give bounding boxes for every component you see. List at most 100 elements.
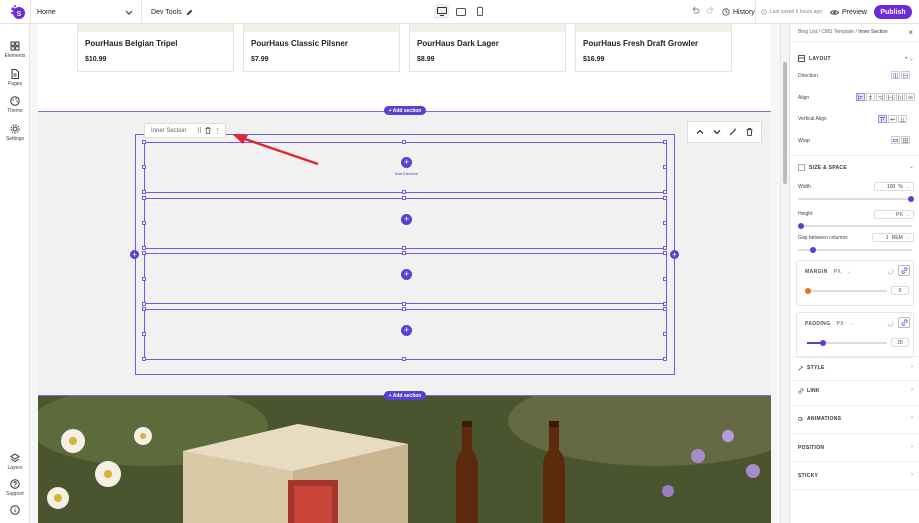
sidebar-item-info[interactable]: [0, 505, 30, 515]
animations-section-header[interactable]: ANIMATIONS: [798, 416, 841, 422]
valign-bottom-button[interactable]: [898, 115, 907, 123]
resize-handle[interactable]: [663, 332, 667, 336]
resize-handle[interactable]: [142, 277, 146, 281]
sidebar-item-settings[interactable]: Settings: [0, 124, 30, 142]
resize-handle[interactable]: [663, 277, 667, 281]
sidebar-item-elements[interactable]: Elements: [0, 41, 30, 59]
resize-handle[interactable]: [142, 190, 146, 194]
resize-handle[interactable]: [663, 165, 667, 169]
resize-handle[interactable]: [663, 307, 667, 311]
resize-handle[interactable]: [402, 140, 406, 144]
margin-slider-knob[interactable]: [805, 288, 811, 294]
sidebar-item-pages[interactable]: Pages: [0, 69, 30, 87]
trash-icon[interactable]: [205, 127, 211, 134]
wrap-button[interactable]: [901, 136, 910, 144]
position-section-header[interactable]: POSITION: [798, 445, 824, 451]
scrollbar-thumb[interactable]: [783, 62, 787, 184]
align-around-button[interactable]: [896, 93, 905, 101]
gap-field[interactable]: 1 REM ⌄: [872, 233, 914, 242]
align-center-button[interactable]: [866, 93, 875, 101]
resize-handle[interactable]: [402, 251, 406, 255]
resize-handle[interactable]: [663, 251, 667, 255]
resize-handle[interactable]: [402, 190, 406, 194]
resize-handle[interactable]: [663, 140, 667, 144]
sticky-section-header[interactable]: STICKY: [798, 473, 818, 479]
link-values-button[interactable]: [898, 265, 910, 276]
style-section-header[interactable]: STYLE: [798, 365, 825, 371]
valign-middle-button[interactable]: [888, 115, 897, 123]
breadcrumb-item[interactable]: Blog List: [798, 29, 817, 35]
publish-button[interactable]: Publish: [874, 5, 912, 19]
product-card[interactable]: PourHaus Dark Lager $8.99: [409, 24, 566, 72]
height-unit[interactable]: PX: [896, 212, 903, 218]
page-selector[interactable]: Home: [30, 0, 138, 24]
preview-button[interactable]: Preview: [830, 0, 867, 24]
chevron-down-icon[interactable]: [713, 128, 721, 136]
tablet-view-button[interactable]: [453, 4, 468, 19]
resize-handle[interactable]: [142, 332, 146, 336]
close-icon[interactable]: ×: [908, 28, 913, 37]
align-evenly-button[interactable]: [906, 93, 915, 101]
resize-handle[interactable]: [663, 357, 667, 361]
valign-top-button[interactable]: [878, 115, 887, 123]
gap-slider-knob[interactable]: [810, 247, 816, 253]
column-row[interactable]: +: [144, 198, 667, 249]
column-row[interactable]: +: [144, 309, 667, 360]
gap-unit[interactable]: REM: [892, 235, 903, 241]
drag-handle-icon[interactable]: ⠿: [197, 127, 202, 135]
resize-handle[interactable]: [663, 302, 667, 306]
height-slider-track[interactable]: [798, 225, 912, 227]
resize-handle[interactable]: [142, 221, 146, 225]
resize-handle[interactable]: [663, 246, 667, 250]
column-row[interactable]: +: [144, 253, 667, 304]
layout-section-header[interactable]: LAYOUT: [798, 55, 831, 62]
resize-handle[interactable]: [402, 246, 406, 250]
align-end-button[interactable]: [876, 93, 885, 101]
product-card[interactable]: PourHaus Fresh Draft Growler $16.99: [575, 24, 732, 72]
app-logo-icon[interactable]: S: [9, 4, 25, 20]
add-column-left-button[interactable]: +: [130, 250, 139, 259]
product-card[interactable]: PourHaus Belgian Tripel $10.99: [77, 24, 234, 72]
height-field[interactable]: PX ⌄: [874, 210, 914, 219]
resize-handle[interactable]: [142, 357, 146, 361]
resize-handle[interactable]: [402, 307, 406, 311]
chevron-down-icon[interactable]: ⌄: [909, 163, 914, 170]
direction-row-button[interactable]: [901, 71, 910, 79]
width-slider-knob[interactable]: [908, 196, 914, 202]
history-button[interactable]: History: [722, 0, 755, 24]
resize-handle[interactable]: [142, 140, 146, 144]
width-field[interactable]: 100 % ⌄: [874, 182, 914, 191]
resize-handle[interactable]: [142, 196, 146, 200]
sidebar-item-support[interactable]: Support: [0, 479, 30, 497]
align-start-button[interactable]: [856, 93, 865, 101]
width-unit[interactable]: %: [898, 184, 902, 190]
resize-handle[interactable]: [142, 165, 146, 169]
redo-icon[interactable]: [706, 6, 716, 16]
breadcrumb-item[interactable]: CMS Template: [821, 29, 854, 35]
sidebar-item-theme[interactable]: Theme: [0, 96, 30, 114]
padding-field[interactable]: 20: [891, 338, 909, 347]
reset-icon[interactable]: [887, 268, 894, 275]
add-section-button[interactable]: + Add section: [384, 106, 426, 115]
resize-handle[interactable]: [402, 357, 406, 361]
resize-handle[interactable]: [142, 246, 146, 250]
add-element-button[interactable]: +: [401, 269, 412, 280]
resize-handle[interactable]: [663, 221, 667, 225]
column-row[interactable]: + Add Element: [144, 142, 667, 193]
align-between-button[interactable]: [886, 93, 895, 101]
link-values-button[interactable]: [898, 317, 910, 328]
inner-section-toolbar[interactable]: Inner Section ⠿ ⋮: [144, 123, 226, 138]
undo-icon[interactable]: [690, 6, 700, 16]
product-card[interactable]: PourHaus Classic Pilsner $7.99: [243, 24, 400, 72]
resize-handle[interactable]: [663, 190, 667, 194]
desktop-view-button[interactable]: [434, 4, 449, 19]
padding-slider-knob[interactable]: [820, 340, 826, 346]
link-section-header[interactable]: LINK: [798, 388, 820, 394]
width-slider-track[interactable]: [798, 198, 912, 200]
chevron-up-icon[interactable]: [696, 128, 704, 136]
inner-section-container[interactable]: + Add Element + + +: [135, 134, 675, 375]
margin-unit[interactable]: PX: [834, 269, 841, 275]
add-element-button[interactable]: +: [401, 214, 412, 225]
add-section-button[interactable]: + Add section: [384, 391, 426, 400]
trash-icon[interactable]: [746, 128, 753, 136]
